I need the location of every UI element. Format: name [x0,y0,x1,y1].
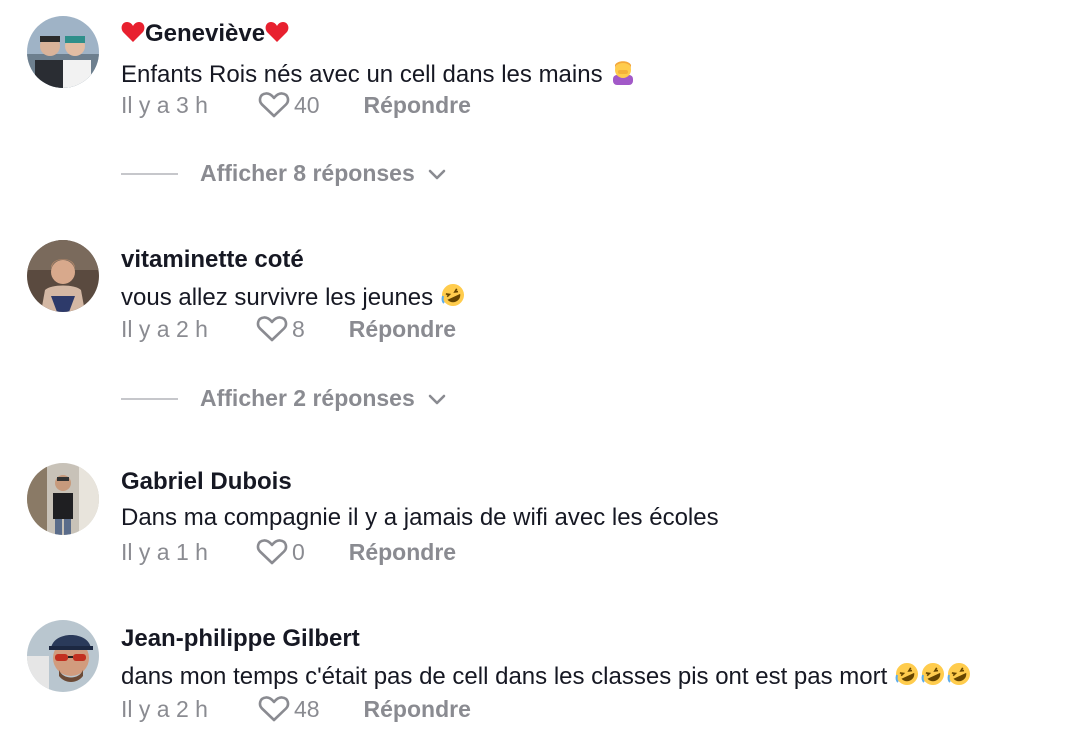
like-button[interactable]: 40 [258,91,320,119]
replies-divider [121,397,178,400]
comment-text-content: dans mon temps c'était pas de cell dans … [121,663,888,690]
view-replies-button[interactable]: Afficher 2 réponses [121,385,447,412]
comment-text-content: vous allez survivre les jeunes [121,284,434,311]
emoji-group [894,663,972,690]
comment-text-content: Enfants Rois nés avec un cell dans les m… [121,61,603,88]
like-count: 8 [291,315,305,342]
timestamp: Il y a 2 h [121,315,208,342]
heart-outline-icon [258,696,290,722]
comment-meta: Il y a 3 h 40 Répondre [121,90,471,120]
avatar[interactable] [27,463,99,535]
comment-meta: Il y a 2 h 48 Répondre [121,694,471,724]
comment-meta: Il y a 1 h 0 Répondre [121,537,456,567]
comment-text: Dans ma compagnie il y a jamais de wifi … [121,504,719,532]
view-replies-label: Afficher 2 réponses [200,385,415,411]
chevron-down-icon [427,167,447,181]
woman-facepalming-emoji-icon [613,61,634,85]
comment-text: dans mon temps c'était pas de cell dans … [121,661,972,691]
username-text: Geneviève [145,20,266,47]
username[interactable]: Geneviève [121,20,289,48]
comment-meta: Il y a 2 h 8 Répondre [121,314,456,344]
username[interactable]: Gabriel Dubois [121,468,292,496]
view-replies-label: Afficher 8 réponses [200,160,415,186]
username[interactable]: vitaminette coté [121,246,304,274]
reply-button[interactable]: Répondre [349,316,456,343]
replies-divider [121,172,178,175]
view-replies-button[interactable]: Afficher 8 réponses [121,160,447,187]
reply-button[interactable]: Répondre [364,92,471,119]
like-count: 48 [293,695,320,722]
like-button[interactable]: 8 [256,315,305,343]
heart-outline-icon [256,316,288,342]
like-count: 0 [291,538,305,565]
chevron-down-icon [427,392,447,406]
rolling-on-floor-laughing-emoji-icon [947,663,970,685]
red-heart-emoji-icon [121,22,145,42]
reply-button[interactable]: Répondre [349,539,456,566]
like-button[interactable]: 0 [256,538,305,566]
timestamp: Il y a 2 h [121,695,208,722]
rolling-on-floor-laughing-emoji-icon [895,663,918,685]
avatar[interactable] [27,240,99,312]
avatar[interactable] [27,16,99,88]
username[interactable]: Jean-philippe Gilbert [121,625,360,653]
comment-text: vous allez survivre les jeunes [121,282,466,312]
red-heart-emoji-icon [265,22,289,42]
avatar[interactable] [27,620,99,692]
timestamp: Il y a 3 h [121,91,208,118]
comment-text: Enfants Rois nés avec un cell dans les m… [121,57,637,89]
rolling-on-floor-laughing-emoji-icon [921,663,944,685]
timestamp: Il y a 1 h [121,538,208,565]
rolling-on-floor-laughing-emoji-icon [441,284,464,306]
like-button[interactable]: 48 [258,695,320,723]
heart-outline-icon [256,539,288,565]
heart-outline-icon [258,92,290,118]
comment-text-content: Dans ma compagnie il y a jamais de wifi … [121,504,719,531]
like-count: 40 [293,91,320,118]
reply-button[interactable]: Répondre [364,696,471,723]
